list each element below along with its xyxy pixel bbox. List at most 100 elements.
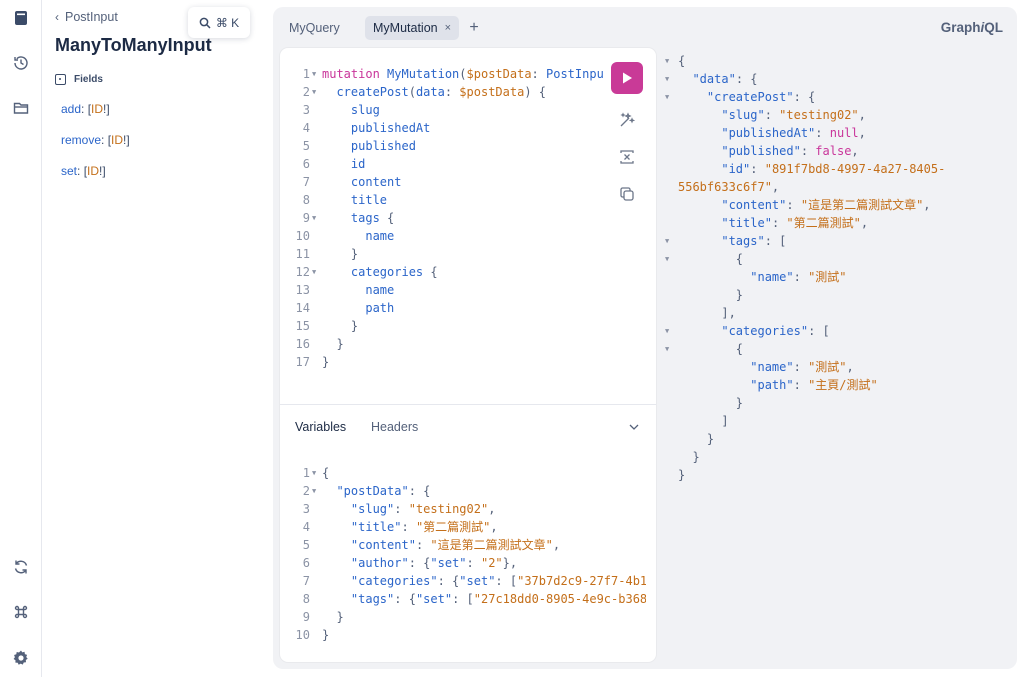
fold-toggle-icon[interactable]: ▼ — [312, 464, 320, 482]
fold-toggle-icon[interactable]: ▼ — [665, 322, 669, 340]
history-icon[interactable] — [7, 49, 35, 77]
fold-toggle-icon[interactable]: ▼ — [665, 250, 669, 268]
back-link-label: PostInput — [65, 10, 118, 24]
code-token: "891f7bd8-4997-4a27-8405- — [764, 162, 946, 176]
code-token: publishedAt — [350, 121, 431, 135]
search-icon — [199, 17, 211, 29]
code-token: }, — [502, 556, 518, 570]
field-name[interactable]: remove — [61, 133, 101, 147]
code-line: 9 } — [280, 608, 646, 626]
add-tab-button[interactable]: + — [466, 16, 482, 40]
code-token: } — [678, 288, 744, 302]
run-button[interactable] — [611, 62, 643, 94]
fold-toggle-icon[interactable]: ▼ — [312, 482, 320, 500]
copy-query-button[interactable] — [617, 184, 637, 204]
fold-toggle-icon[interactable]: ▼ — [665, 340, 669, 358]
tab-mymutation[interactable]: MyMutation × — [365, 16, 460, 40]
code-text: mutation MyMutation($postData: PostInpu — [322, 65, 604, 83]
field-type[interactable]: ID — [91, 102, 103, 116]
fold-toggle-icon[interactable]: ▼ — [312, 209, 320, 227]
chevron-down-icon[interactable] — [627, 420, 641, 434]
code-token: : [ — [495, 574, 518, 588]
code-token: : — [750, 162, 765, 176]
code-text: 556bf633c6f7", — [678, 178, 779, 196]
field-remove[interactable]: remove: [ID!] — [61, 133, 130, 147]
code-token: , — [860, 216, 869, 230]
code-line: ▼ "categories": [ — [665, 322, 1015, 340]
field-name[interactable]: add — [61, 102, 81, 116]
code-token: "publishedAt" — [721, 126, 816, 140]
docs-icon[interactable] — [7, 4, 35, 32]
field-name[interactable]: set — [61, 164, 77, 178]
query-editor[interactable]: 1 ▼ mutation MyMutation($postData: PostInp… — [280, 65, 610, 371]
fold-toggle-icon[interactable]: ▼ — [665, 88, 669, 106]
shortcut-icon[interactable] — [7, 598, 35, 626]
code-text: published — [322, 137, 416, 155]
field-add[interactable]: add: [ID!] — [61, 102, 110, 116]
field-bracket: ] — [106, 102, 110, 116]
tab-myquery[interactable]: MyQuery — [281, 16, 348, 40]
line-number: 5 — [302, 139, 310, 153]
code-token: "測試" — [808, 360, 847, 374]
code-line: 4 publishedAt — [280, 119, 610, 137]
fold-toggle-icon[interactable]: ▼ — [665, 52, 669, 70]
code-token: { — [423, 265, 438, 279]
code-token: , — [488, 502, 496, 516]
code-token: name — [365, 229, 395, 243]
docs-search-button[interactable]: ⌘ K — [188, 7, 250, 38]
code-token: tags — [350, 211, 380, 225]
code-text: content — [322, 173, 402, 191]
code-token: , — [858, 108, 866, 122]
refetch-icon[interactable] — [7, 553, 35, 581]
close-icon[interactable]: × — [445, 22, 451, 34]
code-token: "第二篇測試" — [415, 520, 491, 534]
field-type[interactable]: ID — [111, 133, 123, 147]
prettify-button[interactable] — [617, 110, 637, 130]
code-token: "testing02" — [779, 108, 859, 122]
fold-toggle-icon[interactable]: ▼ — [312, 263, 320, 281]
settings-icon[interactable] — [7, 644, 35, 672]
fold-toggle-icon[interactable]: ▼ — [665, 70, 669, 88]
fold-toggle-icon[interactable]: ▼ — [665, 232, 669, 250]
line-number: 2 — [302, 484, 310, 498]
explorer-icon[interactable] — [7, 94, 35, 122]
code-text: createPost(data: $postData) { — [322, 83, 546, 101]
code-text: id — [322, 155, 365, 173]
tab-variables[interactable]: Variables — [295, 420, 346, 434]
field-set[interactable]: set: [ID!] — [61, 164, 106, 178]
variables-editor[interactable]: 1 ▼{2 ▼ "postData": {3 "slug": "testing02"… — [280, 464, 646, 644]
code-token: 556bf633c6f7" — [678, 180, 772, 194]
docs-back-link[interactable]: ‹ PostInput — [55, 10, 118, 24]
code-text: "categories": [ — [678, 322, 829, 340]
code-token: PostInpu — [546, 67, 604, 81]
code-line: 16 } — [280, 335, 610, 353]
fold-toggle-icon[interactable]: ▼ — [312, 83, 320, 101]
tab-headers[interactable]: Headers — [371, 420, 418, 434]
code-token: : — [786, 198, 801, 212]
line-number: 10 — [295, 628, 310, 642]
merge-fragments-button[interactable] — [617, 147, 637, 167]
code-token: { — [678, 54, 686, 68]
code-token: "slug" — [350, 502, 395, 516]
code-text: "name": "測試" — [678, 268, 846, 286]
fold-toggle-icon[interactable]: ▼ — [312, 65, 320, 83]
code-token: : — [466, 556, 481, 570]
code-token: published — [350, 139, 416, 153]
code-token: "slug" — [721, 108, 765, 122]
merge-icon — [620, 150, 634, 164]
field-colon: : — [101, 133, 108, 147]
code-line: "published": false, — [665, 142, 1015, 160]
code-text: "published": false, — [678, 142, 858, 160]
code-token: "37b7d2c9-27f7-4b1 — [517, 574, 646, 588]
field-type[interactable]: ID — [87, 164, 99, 178]
